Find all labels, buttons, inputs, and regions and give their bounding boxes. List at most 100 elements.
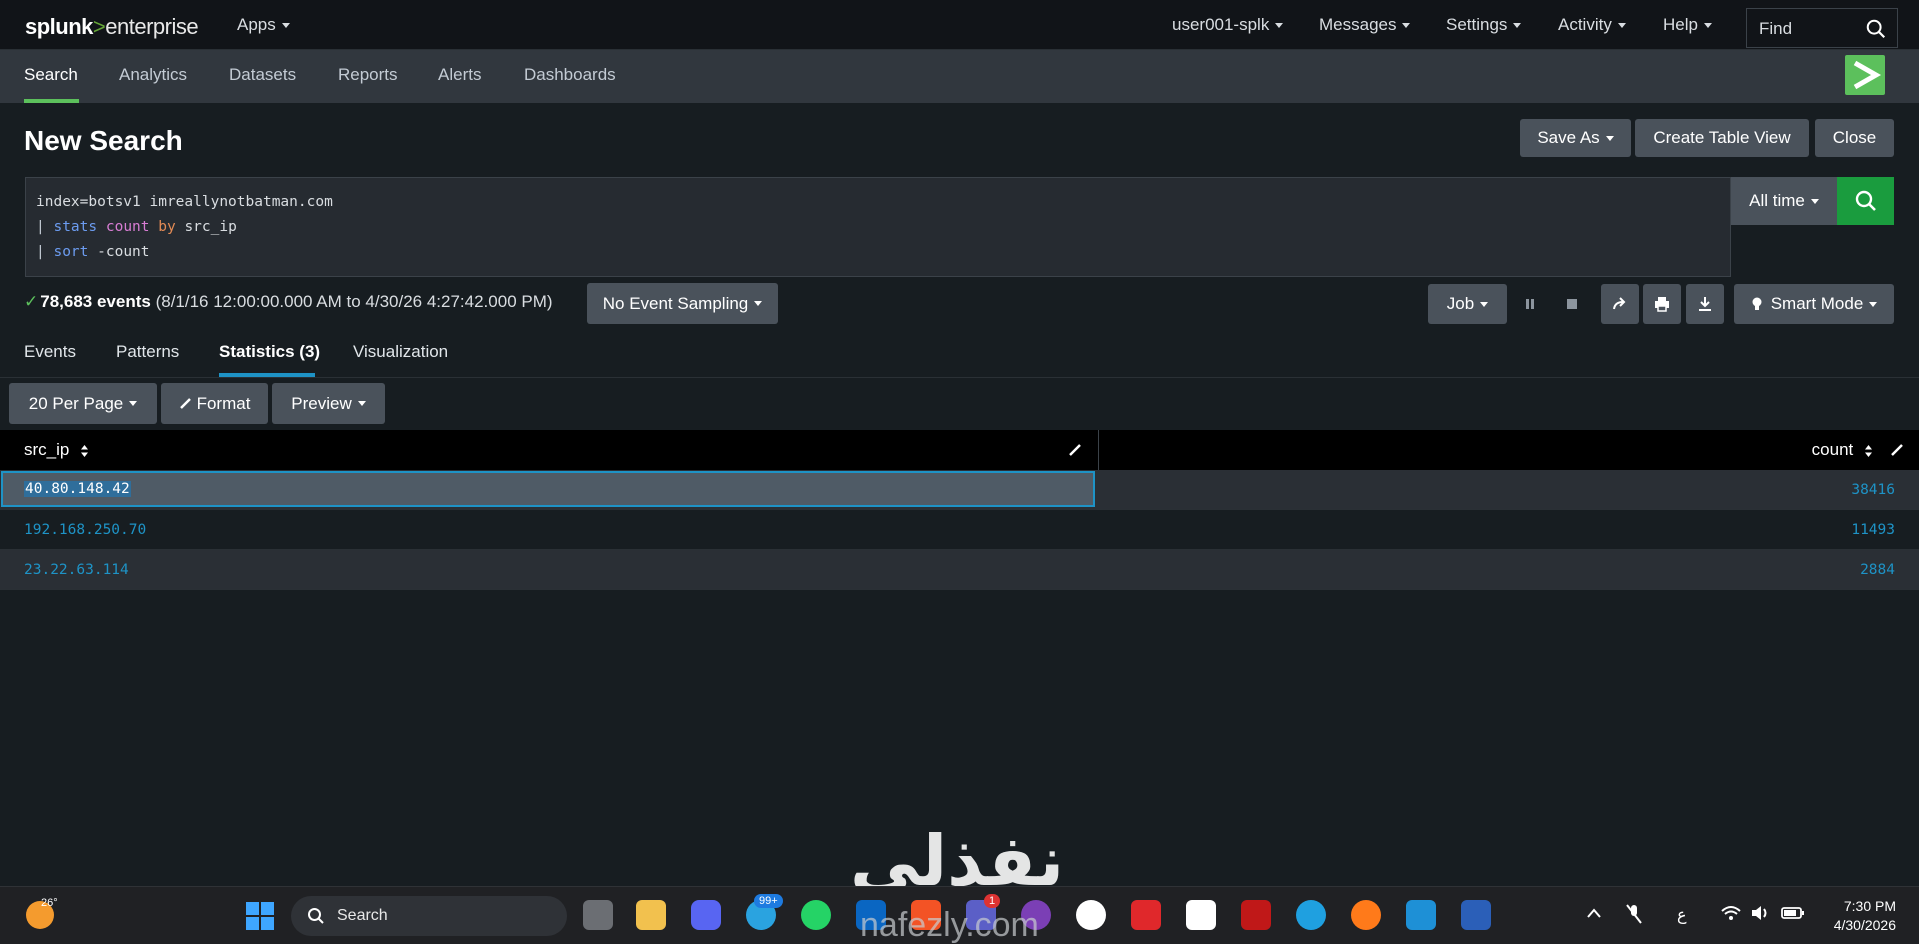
stop-button[interactable] xyxy=(1553,284,1591,324)
download-icon xyxy=(1699,297,1711,311)
search-query-editor[interactable]: index=botsv1 imreallynotbatman.com | sta… xyxy=(25,177,1731,277)
file-explorer-icon[interactable] xyxy=(636,900,666,930)
search-mode-dropdown[interactable]: Smart Mode xyxy=(1734,284,1894,324)
clock-date: 4/30/2026 xyxy=(1833,917,1896,933)
windows-start-icon[interactable] xyxy=(245,901,275,931)
event-sampling-dropdown[interactable]: No Event Sampling xyxy=(587,283,778,324)
query-argument: -count xyxy=(97,244,150,260)
job-menu-button[interactable]: Job xyxy=(1428,284,1507,324)
column-divider xyxy=(1098,430,1099,470)
nav-search[interactable]: Search xyxy=(24,65,78,85)
edge-icon[interactable] xyxy=(1296,900,1326,930)
splunk-logo[interactable]: splunk>enterprise xyxy=(25,14,199,40)
battery-icon[interactable] xyxy=(1781,905,1805,921)
run-search-button[interactable] xyxy=(1837,177,1894,225)
chevron-down-icon xyxy=(129,401,138,406)
table-row: 40.80.148.42 38416 xyxy=(0,470,1919,510)
query-pipe: | xyxy=(36,219,45,235)
cell-count[interactable]: 38416 xyxy=(1851,482,1895,498)
nav-analytics[interactable]: Analytics xyxy=(119,65,187,85)
search-mode-label: Smart Mode xyxy=(1770,294,1864,313)
microphone-muted-icon[interactable] xyxy=(1625,903,1643,925)
mcafee-icon[interactable] xyxy=(1241,900,1271,930)
user-menu[interactable]: user001-splk xyxy=(1172,15,1284,35)
vmware-icon[interactable] xyxy=(1406,900,1436,930)
chevron-down-icon xyxy=(357,401,366,406)
word-icon[interactable] xyxy=(1461,900,1491,930)
tabs-divider xyxy=(0,377,1919,378)
tab-events[interactable]: Events xyxy=(24,342,76,362)
query-function: count xyxy=(105,219,150,235)
firefox-icon[interactable] xyxy=(1351,900,1381,930)
find-input[interactable]: Find xyxy=(1746,8,1898,48)
selected-cell[interactable] xyxy=(1,471,1095,507)
discord-icon[interactable] xyxy=(691,900,721,930)
system-clock[interactable]: 7:30 PM 4/30/2026 xyxy=(1834,897,1896,935)
preview-dropdown[interactable]: Preview xyxy=(272,383,385,424)
active-nav-indicator xyxy=(24,99,79,103)
nav-reports[interactable]: Reports xyxy=(338,65,398,85)
cell-count[interactable]: 11493 xyxy=(1851,522,1895,538)
nav-alerts[interactable]: Alerts xyxy=(438,65,481,85)
time-range-text: (8/1/16 12:00:00.000 AM to 4/30/26 4:27:… xyxy=(155,292,553,311)
chevron-down-icon xyxy=(754,301,763,306)
activity-menu[interactable]: Activity xyxy=(1558,15,1626,35)
messages-menu[interactable]: Messages xyxy=(1319,15,1411,35)
query-keyword: by xyxy=(158,219,176,235)
event-sampling-label: No Event Sampling xyxy=(602,293,749,313)
cell-src-ip[interactable]: 192.168.250.70 xyxy=(24,522,146,538)
cell-src-ip[interactable]: 40.80.148.42 xyxy=(24,481,131,497)
column-header-src-ip[interactable]: src_ip xyxy=(24,440,89,460)
app-nav-bar: Search Analytics Datasets Reports Alerts… xyxy=(0,50,1919,103)
column-header-count[interactable]: count xyxy=(1812,440,1873,460)
volume-icon[interactable] xyxy=(1750,904,1772,922)
query-line-2: | stats count by src_ip xyxy=(36,215,1720,240)
chevron-up-icon[interactable] xyxy=(1586,907,1602,919)
nav-dashboards[interactable]: Dashboards xyxy=(524,65,616,85)
time-range-picker[interactable]: All time xyxy=(1731,177,1837,225)
brand-separator: > xyxy=(92,14,106,39)
print-button[interactable] xyxy=(1643,284,1681,324)
per-page-dropdown[interactable]: 20 Per Page xyxy=(9,383,157,424)
lastpass-icon[interactable] xyxy=(1131,900,1161,930)
whatsapp-icon[interactable] xyxy=(801,900,831,930)
page-title: New Search xyxy=(24,125,183,156)
search-app-logo[interactable] xyxy=(1845,55,1885,95)
close-button[interactable]: Close xyxy=(1815,119,1894,157)
format-button[interactable]: Format xyxy=(161,383,268,424)
messages-label: Messages xyxy=(1319,15,1397,34)
lightbulb-icon xyxy=(1752,297,1762,310)
share-button[interactable] xyxy=(1601,284,1639,324)
wifi-icon[interactable] xyxy=(1720,904,1742,922)
cell-count[interactable]: 2884 xyxy=(1860,562,1895,578)
settings-label: Settings xyxy=(1446,15,1508,34)
wireless-app-icon[interactable] xyxy=(1076,900,1106,930)
save-as-button[interactable]: Save As xyxy=(1520,119,1631,157)
input-language[interactable]: ع xyxy=(1677,905,1687,925)
tab-statistics[interactable]: Statistics (3) xyxy=(219,342,320,362)
checkmark-icon: ✓ xyxy=(24,292,39,311)
help-menu[interactable]: Help xyxy=(1663,15,1712,35)
edit-column-icon[interactable] xyxy=(1890,443,1904,457)
search-icon[interactable] xyxy=(1865,18,1887,40)
tab-patterns[interactable]: Patterns xyxy=(116,342,179,362)
cell-src-ip[interactable]: 23.22.63.114 xyxy=(24,562,129,578)
taskbar-search[interactable]: Search xyxy=(291,896,567,936)
export-button[interactable] xyxy=(1686,284,1724,324)
task-view-icon[interactable] xyxy=(583,900,613,930)
create-table-view-button[interactable]: Create Table View xyxy=(1635,119,1809,157)
notion-icon[interactable] xyxy=(1186,900,1216,930)
apps-menu[interactable]: Apps xyxy=(237,15,290,35)
search-icon xyxy=(308,908,324,924)
nav-datasets[interactable]: Datasets xyxy=(229,65,296,85)
chevron-down-icon xyxy=(1617,23,1626,29)
column-header-label: count xyxy=(1811,440,1854,459)
per-page-label: 20 Per Page xyxy=(28,393,124,413)
tab-visualization[interactable]: Visualization xyxy=(353,342,448,362)
chevron-down-icon xyxy=(1703,23,1712,29)
chevron-down-icon xyxy=(1275,23,1284,29)
edit-column-icon[interactable] xyxy=(1068,443,1082,457)
query-line-3: | sort -count xyxy=(36,240,1720,265)
pause-button[interactable] xyxy=(1511,284,1549,324)
settings-menu[interactable]: Settings xyxy=(1446,15,1522,35)
